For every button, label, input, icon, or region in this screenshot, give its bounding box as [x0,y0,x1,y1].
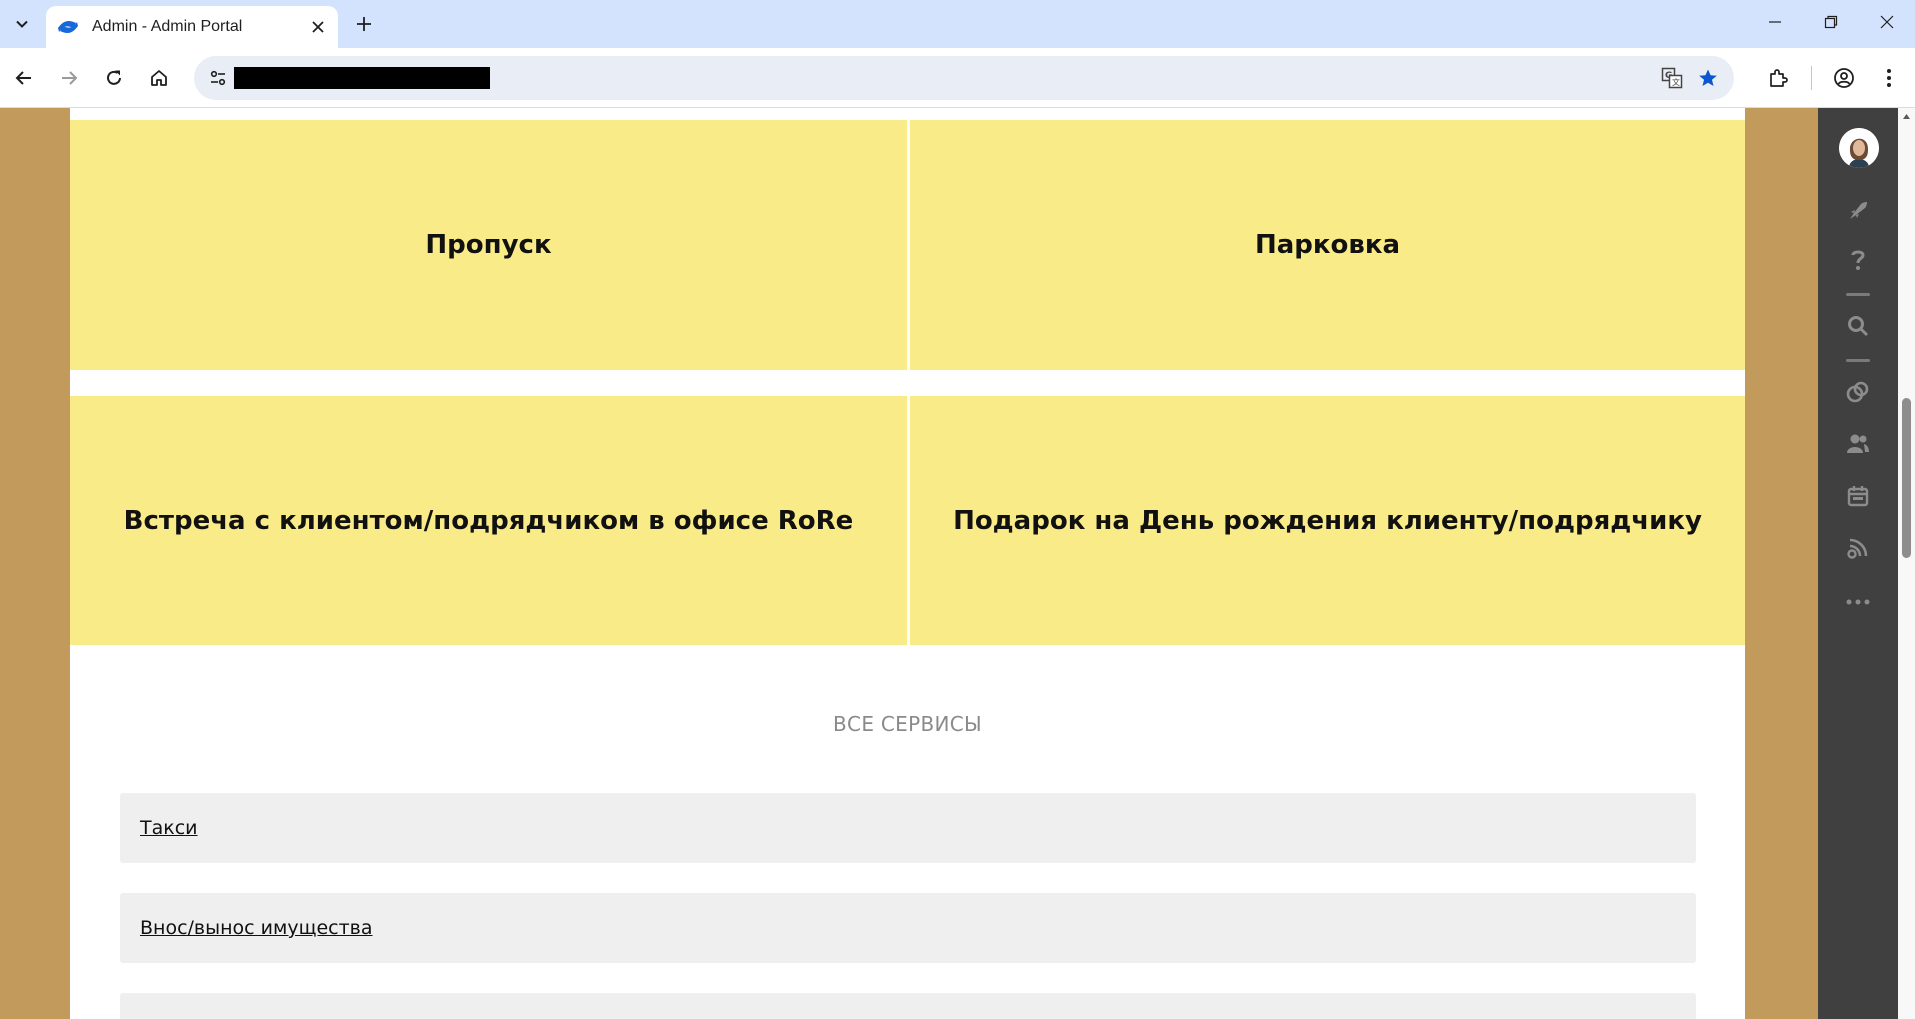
spaces-icon [1846,381,1869,403]
rail-more-button[interactable] [1838,582,1878,622]
feed-icon [1847,538,1868,559]
tile-label: Встреча с клиентом/подрядчиком в офисе R… [123,505,854,536]
tab-title: Admin - Admin Portal [92,18,243,35]
url-text-redacted[interactable] [234,67,490,89]
calendar-icon [1847,486,1869,507]
site-info-button[interactable] [202,62,234,94]
menu-button[interactable] [1873,62,1905,94]
restore-icon [1824,15,1838,29]
arrow-right-icon [62,71,78,85]
rail-spaces-button[interactable] [1838,372,1878,412]
service-tile-pass[interactable]: Пропуск [70,120,907,370]
rail-divider [1846,293,1870,296]
extensions-button[interactable] [1762,62,1794,94]
translate-icon: G文 [1661,67,1683,89]
home-icon [151,70,167,86]
tune-icon [210,70,226,86]
minimize-button[interactable] [1747,0,1803,44]
service-list-item[interactable]: Внос/вынос имущества [120,893,1696,963]
rail-calendar-button[interactable] [1838,476,1878,516]
svg-text:文: 文 [1672,77,1680,87]
rail-feed-button[interactable] [1838,528,1878,568]
arrow-left-icon [15,71,31,85]
right-sidebar [1818,108,1898,1019]
help-icon [1851,250,1865,270]
tile-label: Подарок на День рождения клиенту/подрядч… [953,505,1702,536]
service-list-item[interactable] [120,993,1696,1019]
star-filled-icon [1699,69,1717,86]
service-link-taxi[interactable]: Такси [140,817,198,839]
restore-button[interactable] [1803,0,1859,44]
toolbar-divider [1811,66,1812,90]
rail-help-button[interactable] [1838,240,1878,280]
plus-icon [357,17,371,31]
rail-divider [1846,359,1870,362]
rail-people-button[interactable] [1838,424,1878,464]
account-circle-icon [1834,68,1854,88]
tile-label: Пропуск [425,230,552,260]
browser-toolbar: G文 [0,48,1915,108]
main-content: Пропуск Парковка Встреча с клиентом/подр… [70,108,1745,1019]
chevron-down-icon [16,20,28,28]
new-tab-button[interactable] [350,10,378,38]
minimize-icon [1769,21,1781,23]
bookmark-button[interactable] [1692,62,1724,94]
reload-button[interactable] [98,62,130,94]
tab-search-button[interactable] [8,10,36,38]
confluence-favicon-icon [56,15,80,39]
service-tile-client-meeting[interactable]: Встреча с клиентом/подрядчиком в офисе R… [70,396,907,645]
puzzle-icon [1770,69,1788,87]
page-scrollbar[interactable] [1898,108,1915,1019]
profile-button[interactable] [1828,62,1860,94]
service-tile-parking[interactable]: Парковка [910,120,1745,370]
close-window-button[interactable] [1859,0,1915,44]
tab-strip: Admin - Admin Portal [0,0,1915,48]
tile-label: Парковка [1254,230,1401,260]
rocket-icon [1850,202,1867,219]
service-link-property-transfer[interactable]: Внос/вынос имущества [140,917,373,939]
scroll-up-arrow-icon[interactable] [1902,112,1911,121]
reload-icon [107,70,121,85]
close-tab-icon[interactable] [306,15,330,39]
home-button[interactable] [143,62,175,94]
page-viewport: Пропуск Парковка Встреча с клиентом/подр… [0,108,1915,1019]
all-services-heading: ВСЕ СЕРВИСЫ [833,712,982,736]
rail-search-button[interactable] [1838,306,1878,346]
translate-button[interactable]: G文 [1656,62,1688,94]
back-button[interactable] [8,62,40,94]
scrollbar-thumb[interactable] [1902,398,1911,558]
people-icon [1847,434,1869,453]
close-icon [1880,15,1894,29]
rail-rocket-button[interactable] [1838,191,1878,231]
more-icon [1846,599,1870,605]
search-icon [1848,316,1869,337]
forward-button[interactable] [53,62,85,94]
avatar[interactable] [1839,128,1879,168]
browser-tab-active[interactable]: Admin - Admin Portal [46,6,338,48]
service-list-item[interactable]: Такси [120,793,1696,863]
service-tile-birthday-gift[interactable]: Подарок на День рождения клиенту/подрядч… [910,396,1745,645]
address-bar[interactable]: G文 [194,56,1734,100]
more-vert-icon [1887,69,1891,87]
user-photo-icon [1839,128,1879,168]
